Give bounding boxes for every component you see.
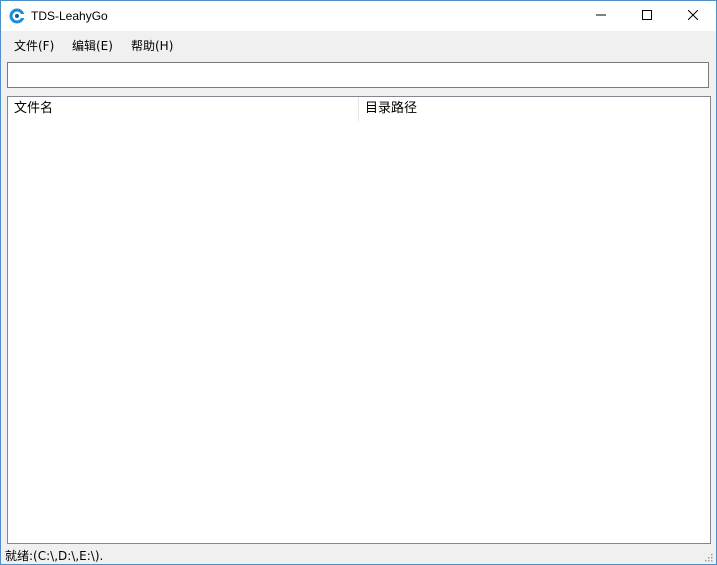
title-bar[interactable]: TDS-LeahyGo (1, 1, 716, 31)
menu-help[interactable]: 帮助(H) (131, 37, 173, 54)
app-logo-icon (9, 8, 25, 24)
status-text: 就绪:(C:\,D:\,E:\). (5, 549, 104, 563)
column-header-directory-path[interactable]: 目录路径 (359, 97, 710, 121)
file-list[interactable]: 文件名 目录路径 (7, 96, 711, 544)
maximize-icon (642, 9, 652, 23)
resize-grip-icon[interactable] (703, 551, 713, 562)
list-header: 文件名 目录路径 (8, 97, 710, 121)
menu-bar: 文件(F) 编辑(E) 帮助(H) (1, 31, 716, 57)
minimize-icon (596, 9, 606, 23)
search-input[interactable] (7, 62, 709, 88)
status-bar: 就绪:(C:\,D:\,E:\). (1, 544, 716, 564)
close-button[interactable] (670, 1, 716, 31)
menu-file[interactable]: 文件(F) (14, 37, 54, 54)
window-title: TDS-LeahyGo (31, 9, 108, 23)
app-window: TDS-LeahyGo 文件(F) 编辑(E) 帮助(H) 文件名 目录路径 就… (0, 0, 717, 565)
maximize-button[interactable] (624, 1, 670, 31)
column-header-filename[interactable]: 文件名 (8, 97, 359, 121)
menu-edit[interactable]: 编辑(E) (72, 37, 113, 54)
close-icon (687, 9, 699, 23)
minimize-button[interactable] (578, 1, 624, 31)
